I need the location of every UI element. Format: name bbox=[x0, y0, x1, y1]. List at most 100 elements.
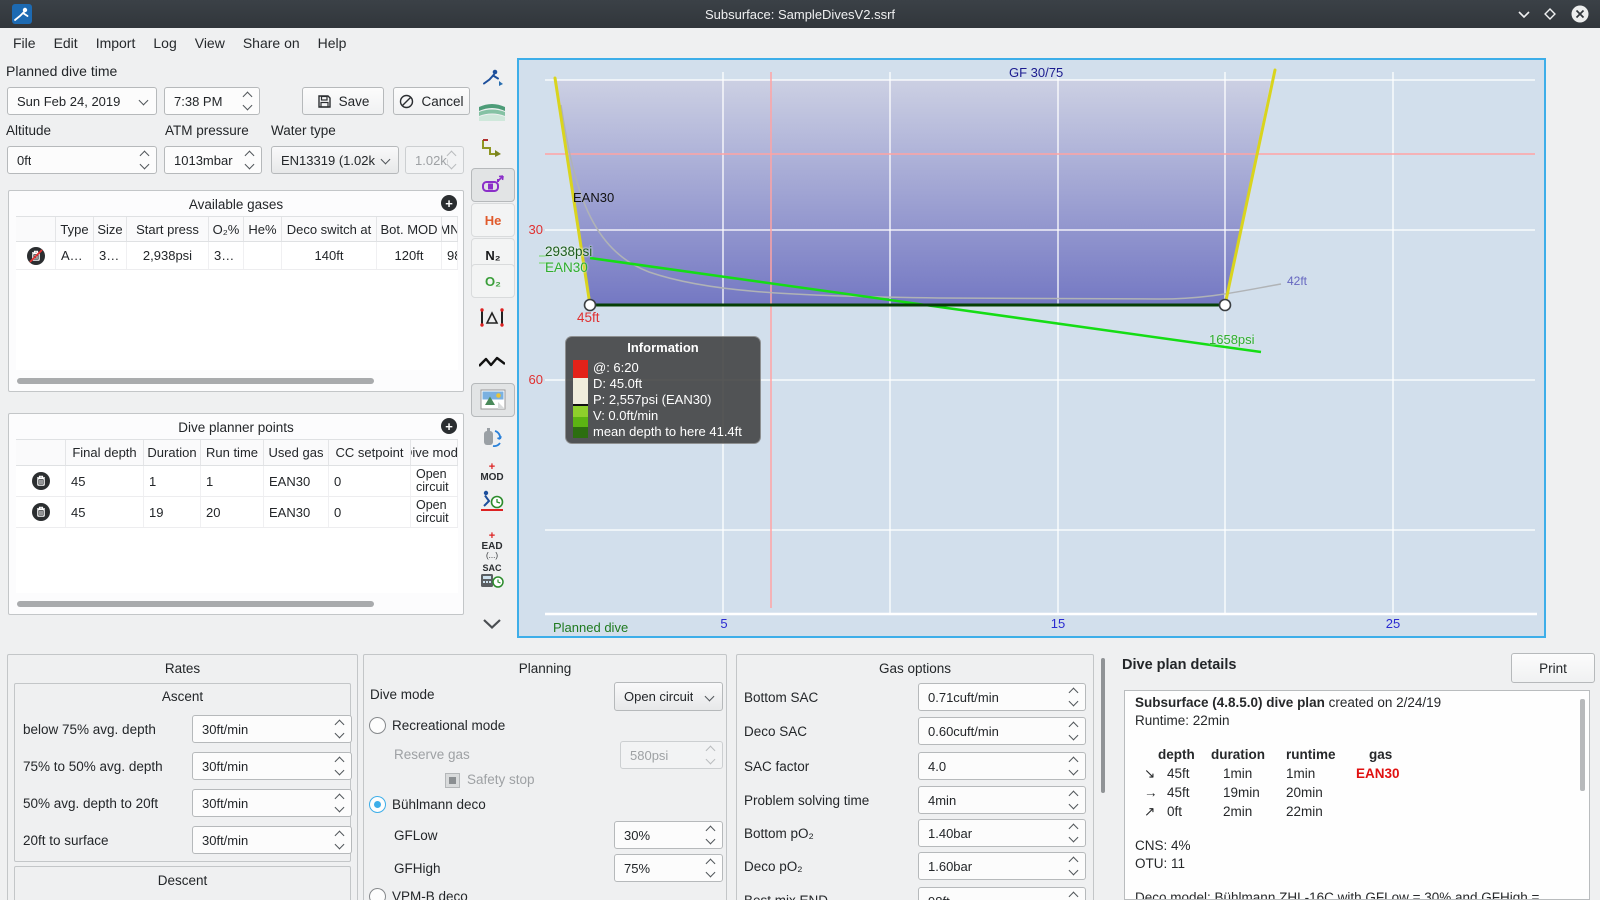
gas-he-cell[interactable] bbox=[244, 242, 282, 269]
minimize-button[interactable] bbox=[1514, 4, 1534, 24]
gas-disabled-trash-icon[interactable] bbox=[16, 246, 55, 266]
vpmb-deco-radio[interactable] bbox=[369, 888, 386, 900]
salinity-waves-icon[interactable] bbox=[471, 96, 513, 128]
save-button[interactable]: Save bbox=[302, 87, 384, 115]
close-button[interactable] bbox=[1570, 4, 1590, 24]
dive-point-handle[interactable] bbox=[1218, 298, 1232, 312]
point-table-row[interactable]: 45 1 1 EAN30 0 Open circuit bbox=[16, 466, 458, 497]
add-point-button[interactable]: + bbox=[441, 418, 457, 434]
rate-spinbox-4[interactable]: 30ft/min bbox=[192, 826, 352, 854]
gases-hscrollbar[interactable] bbox=[17, 378, 374, 384]
details-vscrollbar[interactable] bbox=[1580, 699, 1585, 791]
problem-time-spinbox[interactable]: 4min bbox=[918, 786, 1086, 814]
spinner-arrows-icon[interactable] bbox=[242, 91, 259, 111]
he-toggle-icon[interactable]: He bbox=[471, 203, 515, 237]
gas-mnd-cell[interactable]: 98f bbox=[442, 242, 458, 269]
col-final-depth[interactable]: Final depth bbox=[66, 440, 144, 465]
point-table-row[interactable]: 45 19 20 EAN30 0 Open circuit bbox=[16, 497, 458, 528]
point-gas-cell[interactable]: EAN30 bbox=[264, 497, 329, 527]
mod-range-icon[interactable] bbox=[471, 301, 513, 333]
gas-size-cell[interactable]: 3… bbox=[94, 242, 127, 269]
maximize-button[interactable] bbox=[1540, 4, 1560, 24]
spinner-arrows-icon[interactable] bbox=[705, 858, 722, 878]
col-he[interactable]: He% bbox=[244, 217, 282, 241]
col-mnd[interactable]: MN bbox=[442, 217, 458, 241]
spinner-arrows-icon[interactable] bbox=[1068, 856, 1085, 876]
dive-point-handle[interactable] bbox=[583, 298, 597, 312]
spinner-arrows-icon[interactable] bbox=[1068, 687, 1085, 707]
menu-view[interactable]: View bbox=[195, 35, 225, 51]
toolbar-scroll-down-icon[interactable] bbox=[471, 608, 513, 640]
information-tooltip[interactable]: Information @: 6:20 D: 45.0ft P: 2,557ps… bbox=[565, 336, 761, 444]
point-mode-cell[interactable]: Open circuit bbox=[411, 466, 458, 496]
gas-table-row[interactable]: A… 3… 2,938psi 3… 140ft 120ft 98f bbox=[16, 242, 458, 270]
spinner-arrows-icon[interactable] bbox=[334, 719, 351, 739]
menu-help[interactable]: Help bbox=[318, 35, 347, 51]
deco-sac-spinbox[interactable]: 0.60cuft/min bbox=[918, 717, 1086, 745]
spinner-arrows-icon[interactable] bbox=[334, 793, 351, 813]
col-used-gas[interactable]: Used gas bbox=[264, 440, 329, 465]
photos-toggle-icon[interactable] bbox=[471, 383, 515, 417]
spinner-arrows-icon[interactable] bbox=[1068, 823, 1085, 843]
col-size[interactable]: Size bbox=[94, 217, 127, 241]
gas-switch-icon[interactable] bbox=[471, 420, 513, 452]
spinner-arrows-icon[interactable] bbox=[334, 830, 351, 850]
bottom-po2-spinbox[interactable]: 1.40bar bbox=[918, 819, 1086, 847]
best-mix-end-spinbox[interactable]: 98ft bbox=[918, 887, 1086, 900]
gflow-spinbox[interactable]: 30% bbox=[614, 821, 723, 849]
gas-deco-switch-cell[interactable]: 140ft bbox=[282, 242, 377, 269]
cancel-button[interactable]: Cancel bbox=[393, 87, 470, 115]
point-depth-cell[interactable]: 45 bbox=[66, 466, 144, 496]
col-run-time[interactable]: Run time bbox=[201, 440, 264, 465]
sac-calc-icon[interactable]: SAC bbox=[471, 560, 513, 592]
o2-toggle-icon[interactable]: O₂ bbox=[471, 264, 515, 298]
heartrate-icon[interactable] bbox=[471, 346, 513, 378]
gas-bot-mod-cell[interactable]: 120ft bbox=[377, 242, 442, 269]
rate-spinbox-2[interactable]: 30ft/min bbox=[192, 752, 352, 780]
menu-import[interactable]: Import bbox=[96, 35, 136, 51]
ead-icon[interactable]: + EAD (...) bbox=[471, 529, 513, 561]
altitude-spinbox[interactable]: 0ft bbox=[7, 146, 157, 174]
spinner-arrows-icon[interactable] bbox=[1068, 891, 1085, 900]
point-setpoint-cell[interactable]: 0 bbox=[329, 466, 411, 496]
col-duration[interactable]: Duration bbox=[144, 440, 201, 465]
point-setpoint-cell[interactable]: 0 bbox=[329, 497, 411, 527]
spinner-arrows-icon[interactable] bbox=[244, 150, 261, 170]
ndl-diver-icon[interactable] bbox=[471, 484, 513, 516]
ceiling-icon[interactable] bbox=[471, 132, 513, 164]
bottom-sac-spinbox[interactable]: 0.71cuft/min bbox=[918, 683, 1086, 711]
dive-profile-chart[interactable]: GF 30/75 30 60 EAN30 2938psi EAN30 45ft … bbox=[517, 58, 1546, 638]
point-runtime-cell[interactable]: 20 bbox=[201, 497, 264, 527]
spinner-arrows-icon[interactable] bbox=[334, 756, 351, 776]
title-bar[interactable]: Subsurface: SampleDivesV2.ssrf bbox=[0, 0, 1600, 28]
rate-spinbox-3[interactable]: 30ft/min bbox=[192, 789, 352, 817]
add-gas-button[interactable]: + bbox=[441, 195, 457, 211]
menu-edit[interactable]: Edit bbox=[54, 35, 78, 51]
delete-point-icon[interactable] bbox=[16, 502, 65, 522]
points-hscrollbar[interactable] bbox=[17, 601, 374, 607]
gfhigh-spinbox[interactable]: 75% bbox=[614, 854, 723, 882]
point-duration-cell[interactable]: 19 bbox=[144, 497, 201, 527]
spinner-arrows-icon[interactable] bbox=[139, 150, 156, 170]
menu-share-on[interactable]: Share on bbox=[243, 35, 300, 51]
col-start-press[interactable]: Start press bbox=[127, 217, 209, 241]
atm-pressure-spinbox[interactable]: 1013mbar bbox=[164, 146, 262, 174]
spinner-arrows-icon[interactable] bbox=[705, 825, 722, 845]
tank-pressure-toggle-icon[interactable] bbox=[471, 168, 515, 202]
menu-log[interactable]: Log bbox=[153, 35, 176, 51]
gas-type-cell[interactable]: A… bbox=[56, 242, 94, 269]
point-gas-cell[interactable]: EAN30 bbox=[264, 466, 329, 496]
spinner-arrows-icon[interactable] bbox=[1068, 721, 1085, 741]
col-deco-switch[interactable]: Deco switch at bbox=[282, 217, 377, 241]
col-type[interactable]: Type bbox=[56, 217, 94, 241]
sac-factor-spinbox[interactable]: 4.0 bbox=[918, 752, 1086, 780]
recreational-mode-radio[interactable] bbox=[369, 717, 386, 734]
dive-plan-text-area[interactable]: Subsurface (4.8.5.0) dive plan created o… bbox=[1124, 690, 1590, 900]
menu-file[interactable]: File bbox=[13, 35, 36, 51]
point-mode-cell[interactable]: Open circuit bbox=[411, 497, 458, 527]
col-o2[interactable]: O₂% bbox=[209, 217, 244, 241]
dive-time-spinbox[interactable]: 7:38 PM bbox=[164, 87, 260, 115]
dive-date-combobox[interactable]: Sun Feb 24, 2019 bbox=[7, 87, 157, 115]
water-type-combobox[interactable]: EN13319 (1.02k bbox=[271, 146, 399, 174]
point-duration-cell[interactable]: 1 bbox=[144, 466, 201, 496]
